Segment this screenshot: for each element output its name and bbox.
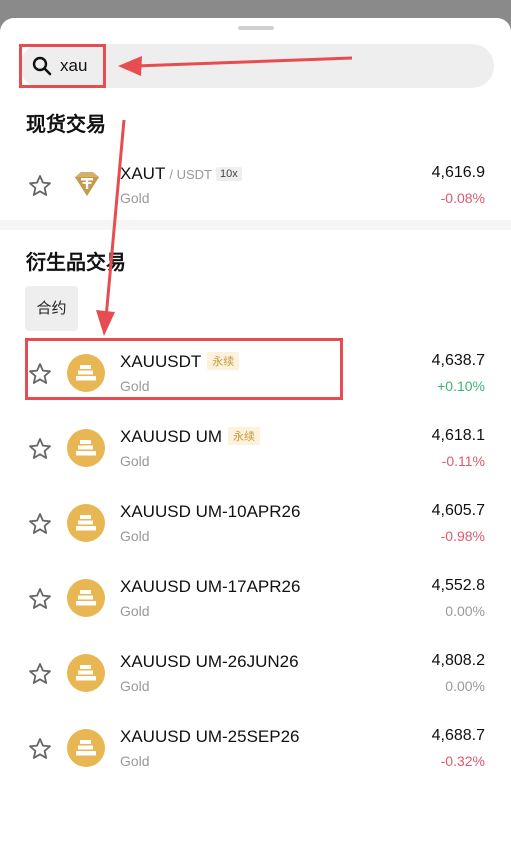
star-outline-icon[interactable] [28, 437, 52, 461]
derivative-sub-label: Gold [120, 528, 150, 544]
gold-bar-icon [67, 654, 105, 692]
star-outline-icon[interactable] [28, 662, 52, 686]
tether-gold-icon [75, 172, 99, 196]
drag-handle[interactable] [238, 26, 274, 30]
derivative-price: 4,605.7 [431, 502, 485, 519]
gold-bar-icon [67, 579, 105, 617]
spot-section-title: 现货交易 [26, 114, 106, 136]
derivative-change: -0.32% [440, 753, 485, 769]
star-outline-icon[interactable] [28, 174, 52, 198]
search-value[interactable]: xau [60, 56, 87, 76]
derivative-change: 0.00% [445, 678, 485, 694]
derivative-row[interactable]: XAUUSD UM 永续 Gold 4,618.1 -0.11% [0, 413, 511, 483]
star-outline-icon[interactable] [28, 737, 52, 761]
derivative-sub-label: Gold [120, 453, 150, 469]
star-outline-icon[interactable] [28, 362, 52, 386]
derivative-symbol: XAUUSD UM-10APR26 [120, 502, 300, 522]
derivative-row[interactable]: XAUUSDT 永续 Gold 4,638.7 +0.10% [0, 338, 511, 408]
derivative-symbol: XAUUSD UM 永续 [120, 427, 261, 447]
gold-bar-icon [67, 504, 105, 542]
gold-bar-icon [67, 429, 105, 467]
derivative-row[interactable]: XAUUSD UM-10APR26 Gold 4,605.7 -0.98% [0, 488, 511, 558]
leverage-badge: 10x [215, 167, 242, 181]
derivative-symbol-label: XAUUSD UM-25SEP26 [120, 727, 300, 746]
derivative-change: 0.00% [445, 603, 485, 619]
spot-sub-label: Gold [120, 190, 150, 206]
derivatives-section-title: 衍生品交易 [26, 252, 126, 274]
star-outline-icon[interactable] [28, 587, 52, 611]
spot-symbol: XAUT / USDT 10x [120, 164, 242, 184]
derivative-sub-label: Gold [120, 678, 150, 694]
search-input[interactable]: xau [20, 44, 494, 88]
derivative-symbol-label: XAUUSDT [120, 352, 202, 371]
derivative-symbol: XAUUSD UM-25SEP26 [120, 727, 300, 747]
search-icon [32, 56, 52, 76]
derivative-sub-label: Gold [120, 603, 150, 619]
gold-bar-icon [67, 354, 105, 392]
derivative-row[interactable]: XAUUSD UM-26JUN26 Gold 4,808.2 0.00% [0, 638, 511, 708]
derivative-row[interactable]: XAUUSD UM-25SEP26 Gold 4,688.7 -0.32% [0, 713, 511, 783]
derivative-sub-label: Gold [120, 378, 150, 394]
spot-row-xaut[interactable]: XAUT / USDT 10x Gold 4,616.9 -0.08% [0, 150, 511, 220]
gold-bar-icon [67, 729, 105, 767]
derivative-sub-label: Gold [120, 753, 150, 769]
derivative-price: 4,638.7 [431, 352, 485, 369]
derivative-row[interactable]: XAUUSD UM-17APR26 Gold 4,552.8 0.00% [0, 563, 511, 633]
spot-change: -0.08% [440, 190, 485, 206]
derivative-change: +0.10% [437, 378, 485, 394]
star-outline-icon[interactable] [28, 512, 52, 536]
derivative-symbol: XAUUSD UM-17APR26 [120, 577, 300, 597]
derivative-price: 4,808.2 [431, 652, 485, 669]
spot-pair-label: / USDT [169, 167, 212, 182]
derivative-symbol-label: XAUUSD UM-10APR26 [120, 502, 301, 521]
derivative-price: 4,688.7 [431, 727, 485, 744]
section-divider [0, 220, 511, 230]
perpetual-badge: 永续 [228, 427, 261, 445]
spot-symbol-label: XAUT [120, 164, 166, 183]
derivative-symbol-label: XAUUSD UM [120, 427, 223, 446]
derivative-change: -0.98% [440, 528, 485, 544]
bottom-sheet: xau 现货交易 XAUT / USDT 10x Gold 4,616.9 -0.0… [0, 18, 511, 860]
derivative-symbol: XAUUSD UM-26JUN26 [120, 652, 299, 672]
derivative-symbol-label: XAUUSD UM-17APR26 [120, 577, 301, 596]
derivative-price: 4,618.1 [431, 427, 485, 444]
derivative-price: 4,552.8 [431, 577, 485, 594]
derivative-change: -0.11% [441, 453, 485, 469]
spot-price: 4,616.9 [431, 164, 485, 181]
tab-contracts[interactable]: 合约 [25, 286, 78, 331]
perpetual-badge: 永续 [207, 352, 240, 370]
derivative-symbol: XAUUSDT 永续 [120, 352, 240, 372]
derivative-symbol-label: XAUUSD UM-26JUN26 [120, 652, 299, 671]
